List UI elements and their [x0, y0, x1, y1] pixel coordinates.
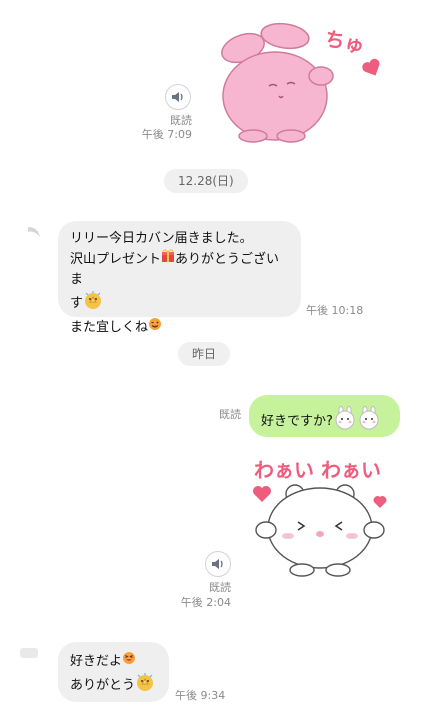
read-receipt: 既読: [170, 114, 192, 127]
bunny-emoji-icon: [333, 406, 357, 437]
message-line: す: [70, 290, 292, 317]
timestamp: 午後 7:09: [141, 128, 192, 141]
sticker-text: わぁい わぁい: [254, 458, 381, 482]
sender-avatar-stub[interactable]: [26, 224, 42, 243]
sound-button[interactable]: [165, 84, 191, 110]
white-bear-sticker: [253, 484, 387, 577]
message-text: 好きですか?: [261, 414, 333, 429]
sound-button[interactable]: [205, 551, 231, 577]
message-bubble-incoming[interactable]: 好きだよ ありがとう: [58, 642, 169, 702]
speaker-icon: [212, 559, 223, 569]
date-separator: 12.28(日): [164, 169, 248, 193]
wink-emoji-icon: [148, 317, 162, 338]
sticker-message-white-bear[interactable]: わぁい わぁい: [240, 448, 400, 582]
praying-emoji-icon: [83, 290, 103, 317]
message-line: また宜しくね: [70, 317, 292, 338]
avatar-icon: [28, 227, 40, 237]
bunny-emoji-icon: [357, 406, 381, 437]
timestamp: 午後 2:04: [180, 596, 231, 609]
timestamp: 午後 10:18: [306, 304, 364, 317]
read-receipt: 既読: [209, 581, 231, 594]
praying-emoji-icon: [135, 672, 155, 699]
message-bubble-outgoing[interactable]: 好きですか?: [249, 395, 400, 437]
message-line: 好きだよ: [70, 651, 165, 672]
sticker-message-pink-bunny[interactable]: ちゅ: [213, 18, 391, 143]
speaker-icon: [172, 92, 183, 102]
message-line: ありがとう: [70, 672, 165, 699]
message-bubble-incoming[interactable]: リリー今日カバン届きました。 沢山プレゼント ありがとうございま す また宜しくね: [58, 221, 301, 335]
gift-icon: [161, 249, 175, 270]
laughing-emoji-icon: [122, 651, 136, 672]
date-separator: 昨日: [178, 342, 231, 366]
read-receipt: 既読: [219, 408, 241, 421]
timestamp: 午後 9:34: [175, 689, 226, 702]
message-line: 沢山プレゼント ありがとうございま: [70, 249, 292, 290]
message-line: リリー今日カバン届きました。: [70, 231, 253, 246]
sender-avatar-stub[interactable]: [20, 648, 38, 658]
